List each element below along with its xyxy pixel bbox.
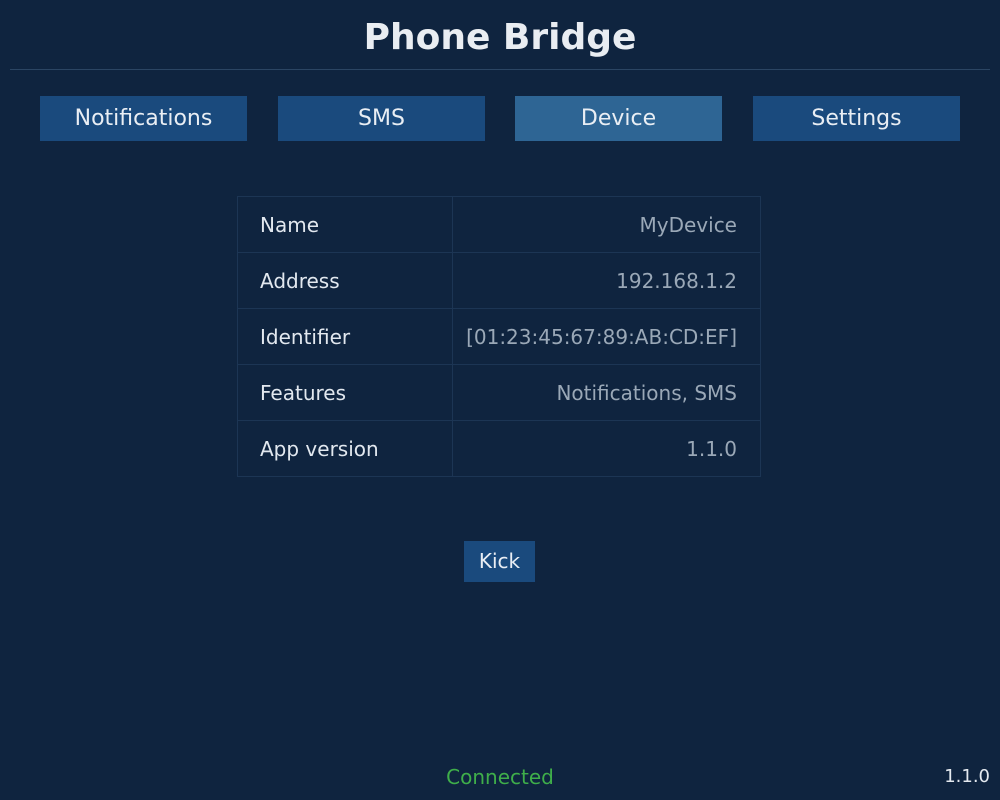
app-window: Phone Bridge Notifications SMS Device Se… <box>0 0 1000 800</box>
device-info-table: Name MyDevice Address 192.168.1.2 Identi… <box>237 196 761 477</box>
footer-version: 1.1.0 <box>944 766 990 787</box>
row-value-address: 192.168.1.2 <box>452 252 761 309</box>
header-divider <box>10 69 990 70</box>
tab-device[interactable]: Device <box>515 96 722 141</box>
tab-settings[interactable]: Settings <box>753 96 960 141</box>
table-row: Name MyDevice <box>237 196 761 253</box>
table-row: App version 1.1.0 <box>237 420 761 477</box>
row-value-app-version: 1.1.0 <box>452 420 761 477</box>
table-row: Features Notifications, SMS <box>237 364 761 421</box>
row-key-name: Name <box>237 196 453 253</box>
row-value-identifier: [01:23:45:67:89:AB:CD:EF] <box>452 308 761 365</box>
row-key-app-version: App version <box>237 420 453 477</box>
table-row: Identifier [01:23:45:67:89:AB:CD:EF] <box>237 308 761 365</box>
row-value-name: MyDevice <box>639 212 738 237</box>
table-row: Address 192.168.1.2 <box>237 252 761 309</box>
tab-notifications[interactable]: Notifications <box>40 96 247 141</box>
row-key-identifier: Identifier <box>237 308 453 365</box>
tab-sms[interactable]: SMS <box>278 96 485 141</box>
row-value-features: Notifications, SMS <box>452 364 761 421</box>
app-title: Phone Bridge <box>363 17 637 58</box>
kick-button[interactable]: Kick <box>464 541 535 582</box>
row-key-address: Address <box>237 252 453 309</box>
tab-bar: Notifications SMS Device Settings <box>40 96 960 141</box>
connection-status: Connected <box>446 765 554 789</box>
row-key-features: Features <box>237 364 453 421</box>
